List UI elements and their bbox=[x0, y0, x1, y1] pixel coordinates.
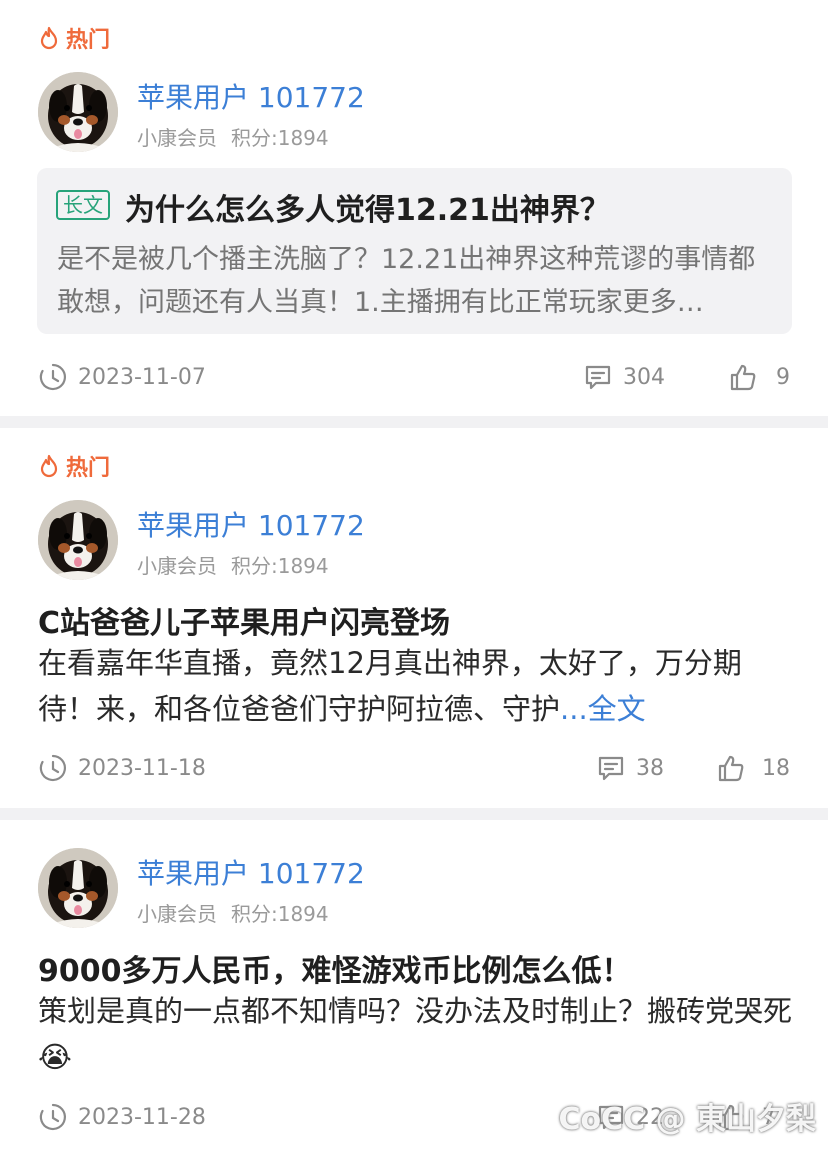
post-footer: 2023-11-18 38 18 bbox=[38, 750, 792, 786]
post-footer: 2023-11-07 304 9 bbox=[38, 359, 792, 395]
comment-icon bbox=[596, 753, 626, 783]
post-body[interactable]: 策划是真的一点都不知情吗？没办法及时制止？搬砖党哭死😭 bbox=[38, 988, 798, 1080]
hot-label: 热门 bbox=[66, 28, 111, 53]
post-title[interactable]: C站爸爸儿子苹果用户闪亮登场 bbox=[38, 598, 450, 642]
hot-tag: 热门 bbox=[38, 22, 110, 54]
divider bbox=[0, 416, 828, 428]
flame-icon bbox=[38, 26, 60, 50]
long-article-badge: 长文 bbox=[56, 190, 110, 220]
watermark: CoCC @ 東山夕梨 bbox=[558, 1102, 816, 1137]
comment-button[interactable]: 304 bbox=[583, 362, 665, 392]
article-excerpt: 是不是被几个播主洗脑了？12.21出神界这种荒谬的事情都敢想，问题还有人当真！1… bbox=[57, 244, 756, 318]
like-count: 18 bbox=[762, 755, 790, 781]
clock-icon bbox=[38, 362, 68, 392]
date-text: 2023-11-18 bbox=[78, 755, 206, 781]
article-title: 为什么怎么多人觉得12.21出神界？ bbox=[125, 193, 610, 228]
hot-tag: 热门 bbox=[38, 450, 110, 482]
member-level: 小康会员 bbox=[137, 554, 217, 578]
date-text: 2023-11-07 bbox=[78, 364, 206, 390]
points: 积分:1894 bbox=[231, 126, 329, 150]
thumbs-up-icon bbox=[716, 753, 746, 783]
post-body[interactable]: 在看嘉年华直播，竟然12月真出神界，太好了，万分期待！来，和各位爸爸们守护阿拉德… bbox=[38, 640, 798, 732]
comment-icon bbox=[583, 362, 613, 392]
avatar[interactable] bbox=[38, 72, 118, 152]
username[interactable]: 苹果用户 101772 bbox=[137, 504, 365, 544]
flame-icon bbox=[38, 454, 60, 478]
like-count: 9 bbox=[776, 364, 790, 390]
user-meta: 小康会员 积分:1894 bbox=[137, 122, 329, 151]
comment-button[interactable]: 38 bbox=[596, 753, 664, 783]
username[interactable]: 苹果用户 101772 bbox=[137, 852, 365, 892]
post-date: 2023-11-07 bbox=[38, 362, 206, 392]
clock-icon bbox=[38, 1102, 68, 1132]
thumbs-up-icon bbox=[728, 362, 758, 392]
comment-count: 38 bbox=[636, 755, 664, 781]
user-meta: 小康会员 积分:1894 bbox=[137, 898, 329, 927]
user-meta: 小康会员 积分:1894 bbox=[137, 550, 329, 579]
post-card[interactable]: 热门 苹果用户 101772 小康会员 积分:1894 长文 为什么怎么多人觉得… bbox=[0, 0, 828, 416]
post-date: 2023-11-18 bbox=[38, 753, 206, 783]
member-level: 小康会员 bbox=[137, 126, 217, 150]
avatar[interactable] bbox=[38, 848, 118, 928]
read-more-link[interactable]: ...全文 bbox=[560, 692, 646, 726]
divider bbox=[0, 808, 828, 820]
article-preview[interactable]: 长文 为什么怎么多人觉得12.21出神界？ 是不是被几个播主洗脑了？12.21出… bbox=[37, 168, 792, 334]
post-date: 2023-11-28 bbox=[38, 1102, 206, 1132]
member-level: 小康会员 bbox=[137, 902, 217, 926]
like-button[interactable]: 18 bbox=[716, 753, 790, 783]
hot-label: 热门 bbox=[66, 456, 111, 481]
username[interactable]: 苹果用户 101772 bbox=[137, 76, 365, 116]
like-button[interactable]: 9 bbox=[728, 362, 790, 392]
date-text: 2023-11-28 bbox=[78, 1104, 206, 1130]
points: 积分:1894 bbox=[231, 554, 329, 578]
clock-icon bbox=[38, 753, 68, 783]
avatar[interactable] bbox=[38, 500, 118, 580]
post-card[interactable]: 热门 苹果用户 101772 小康会员 积分:1894 C站爸爸儿子苹果用户闪亮… bbox=[0, 428, 828, 808]
post-title[interactable]: 9000多万人民币，难怪游戏币比例怎么低！ bbox=[38, 946, 632, 990]
points: 积分:1894 bbox=[231, 902, 329, 926]
comment-count: 304 bbox=[623, 364, 665, 390]
